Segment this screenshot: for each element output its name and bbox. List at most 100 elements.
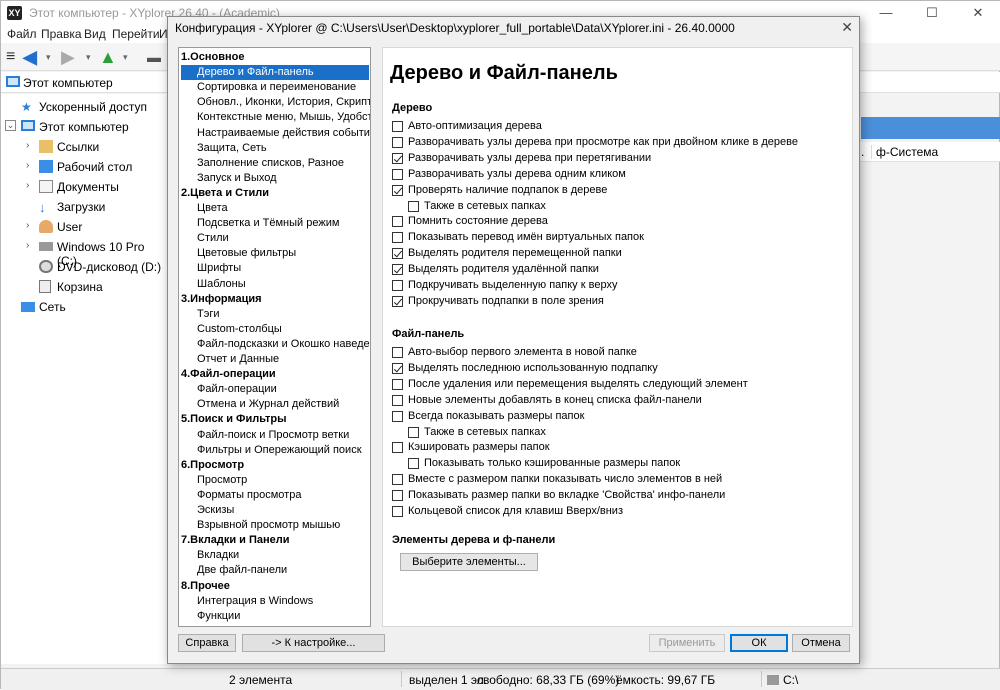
nav-item[interactable]: Файл-подсказки и Окошко наведения: [197, 337, 370, 352]
nav-item[interactable]: Отмена и Журнал действий: [197, 397, 339, 412]
nav-category[interactable]: 6.Просмотр: [181, 458, 244, 473]
nav-item[interactable]: Функции: [197, 609, 240, 624]
nav-item[interactable]: Файл-поиск и Просмотр ветки: [197, 428, 349, 443]
checkbox-checked-icon[interactable]: [392, 248, 403, 260]
nav-item[interactable]: Интеграция в Windows: [197, 594, 313, 609]
chevron-right-icon[interactable]: ›: [26, 220, 29, 231]
checkbox-checked-icon[interactable]: [392, 362, 403, 374]
nav-item[interactable]: Две файл-панели: [197, 563, 287, 578]
tree-item-downloads[interactable]: ↓ Загрузки: [1, 197, 167, 217]
dialog-close-button[interactable]: ✕: [841, 19, 853, 36]
checkbox-unchecked-icon[interactable]: [392, 394, 403, 406]
checkbox-checked-icon[interactable]: [392, 152, 403, 164]
chevron-right-icon[interactable]: ›: [26, 180, 29, 191]
menu-file[interactable]: Файл: [7, 27, 37, 41]
nav-item[interactable]: Взрывной просмотр мышью: [197, 518, 340, 533]
nav-item[interactable]: Запуск и Выход: [197, 171, 277, 186]
tree-item-documents[interactable]: › Документы: [1, 177, 167, 197]
nav-item[interactable]: Заполнение списков, Разное: [197, 156, 344, 171]
checkbox-unchecked-icon[interactable]: [392, 506, 403, 517]
up-dropdown-icon[interactable]: ▾: [123, 47, 128, 67]
nav-item[interactable]: Отчет и Данные: [197, 352, 279, 367]
tree-item-dvd[interactable]: DVD-дисковод (D:): [1, 257, 167, 277]
checkbox-checked-icon[interactable]: [392, 295, 403, 307]
tree-item-network[interactable]: Сеть: [1, 297, 167, 317]
nav-item[interactable]: Форматы просмотра: [197, 488, 301, 503]
nav-category[interactable]: 4.Файл-операции: [181, 367, 276, 382]
nav-item[interactable]: Дерево и Файл-панель: [181, 65, 369, 81]
column-header[interactable]: . ф-Система: [859, 142, 1000, 162]
nav-item[interactable]: Подсветка и Тёмный режим: [197, 216, 339, 231]
checkbox-unchecked-icon[interactable]: [392, 442, 403, 454]
chevron-right-icon[interactable]: ›: [26, 140, 29, 151]
nav-category[interactable]: 1.Основное: [181, 50, 244, 65]
nav-item[interactable]: Сортировка и переименование: [197, 80, 356, 95]
nav-item[interactable]: Файл-операции: [197, 382, 277, 397]
menu-go[interactable]: Перейти: [112, 27, 160, 41]
close-window-button[interactable]: ✕: [955, 1, 1000, 25]
select-elements-button[interactable]: Выберите элементы...: [400, 553, 538, 571]
chevron-right-icon[interactable]: ›: [26, 240, 29, 251]
apply-button[interactable]: Применить: [649, 634, 725, 652]
nav-category[interactable]: 7.Вкладки и Панели: [181, 533, 290, 548]
checkbox-unchecked-icon[interactable]: [392, 136, 403, 148]
back-dropdown-icon[interactable]: ▾: [46, 47, 51, 67]
nav-item[interactable]: Custom-столбцы: [197, 322, 282, 337]
tree-item-quick-access[interactable]: ★ Ускоренный доступ: [1, 97, 167, 117]
checkbox-unchecked-icon[interactable]: [392, 280, 403, 291]
checkbox-checked-icon[interactable]: [392, 264, 403, 276]
nav-item[interactable]: Защита, Сеть: [197, 141, 267, 156]
tree-item-links[interactable]: › Ссылки: [1, 137, 167, 157]
checkbox-checked-icon[interactable]: [392, 184, 403, 196]
nav-category[interactable]: 3.Информация: [181, 292, 262, 307]
nav-item[interactable]: Эскизы: [197, 503, 234, 518]
nav-item[interactable]: Цвета: [197, 201, 228, 216]
checkbox-unchecked-icon[interactable]: [392, 216, 403, 228]
tree-item-drive-c[interactable]: › Windows 10 Pro (C:): [1, 237, 167, 268]
maximize-button[interactable]: ☐: [909, 1, 955, 25]
checkbox-unchecked-icon[interactable]: [392, 168, 403, 180]
nav-item[interactable]: Цветовые фильтры: [197, 246, 296, 261]
chevron-down-icon[interactable]: ⌄: [5, 120, 16, 131]
minimize-button[interactable]: —: [863, 1, 909, 25]
back-arrow-icon[interactable]: ◀: [23, 47, 37, 67]
nav-item[interactable]: Шаблоны: [197, 277, 246, 292]
tree-item-user[interactable]: › User: [1, 217, 167, 237]
forward-dropdown-icon[interactable]: ▾: [86, 47, 91, 67]
nav-item[interactable]: Фильтры и Опережающий поиск: [197, 443, 362, 458]
drive-icon[interactable]: ▬: [147, 47, 161, 67]
nav-item[interactable]: Контекстные меню, Мышь, Удобства: [197, 110, 370, 125]
ok-button[interactable]: ОК: [730, 634, 788, 652]
nav-category[interactable]: 2.Цвета и Стили: [181, 186, 269, 201]
nav-item[interactable]: Стили: [197, 231, 229, 246]
nav-item[interactable]: Тэги: [197, 307, 220, 322]
menu-edit[interactable]: Правка: [41, 27, 82, 41]
checkbox-unchecked-icon[interactable]: [392, 474, 403, 486]
goto-setting-button[interactable]: -> К настройке...: [242, 634, 385, 652]
help-button[interactable]: Справка: [178, 634, 236, 652]
nav-item[interactable]: Обновл., Иконки, История, Скрипты: [197, 95, 370, 110]
checkbox-unchecked-icon[interactable]: [408, 200, 419, 212]
up-arrow-icon[interactable]: ▲: [99, 47, 117, 67]
checkbox-unchecked-icon[interactable]: [392, 410, 403, 422]
checkbox-unchecked-icon[interactable]: [408, 426, 419, 438]
nav-item[interactable]: Настраиваемые действия событий: [197, 126, 370, 141]
checkbox-unchecked-icon[interactable]: [392, 347, 403, 358]
forward-arrow-icon[interactable]: ▶: [61, 47, 75, 67]
checkbox-unchecked-icon[interactable]: [392, 232, 403, 244]
menu-toggle-icon[interactable]: ≡: [6, 47, 15, 67]
nav-category[interactable]: 8.Прочее: [181, 579, 230, 594]
menu-view[interactable]: Вид: [84, 27, 106, 41]
nav-item[interactable]: Шрифты: [197, 261, 241, 276]
cancel-button[interactable]: Отмена: [792, 634, 850, 652]
tree-item-this-pc[interactable]: ⌄ Этот компьютер: [1, 117, 167, 137]
nav-category[interactable]: 5.Поиск и Фильтры: [181, 412, 287, 427]
nav-item[interactable]: Просмотр: [197, 473, 247, 488]
tree-item-desktop[interactable]: › Рабочий стол: [1, 157, 167, 177]
chevron-right-icon[interactable]: ›: [26, 160, 29, 171]
nav-item[interactable]: Вкладки: [197, 548, 239, 563]
checkbox-unchecked-icon[interactable]: [392, 121, 403, 132]
tree-item-recycle-bin[interactable]: Корзина: [1, 277, 167, 297]
checkbox-unchecked-icon[interactable]: [392, 378, 403, 390]
checkbox-unchecked-icon[interactable]: [392, 490, 403, 502]
